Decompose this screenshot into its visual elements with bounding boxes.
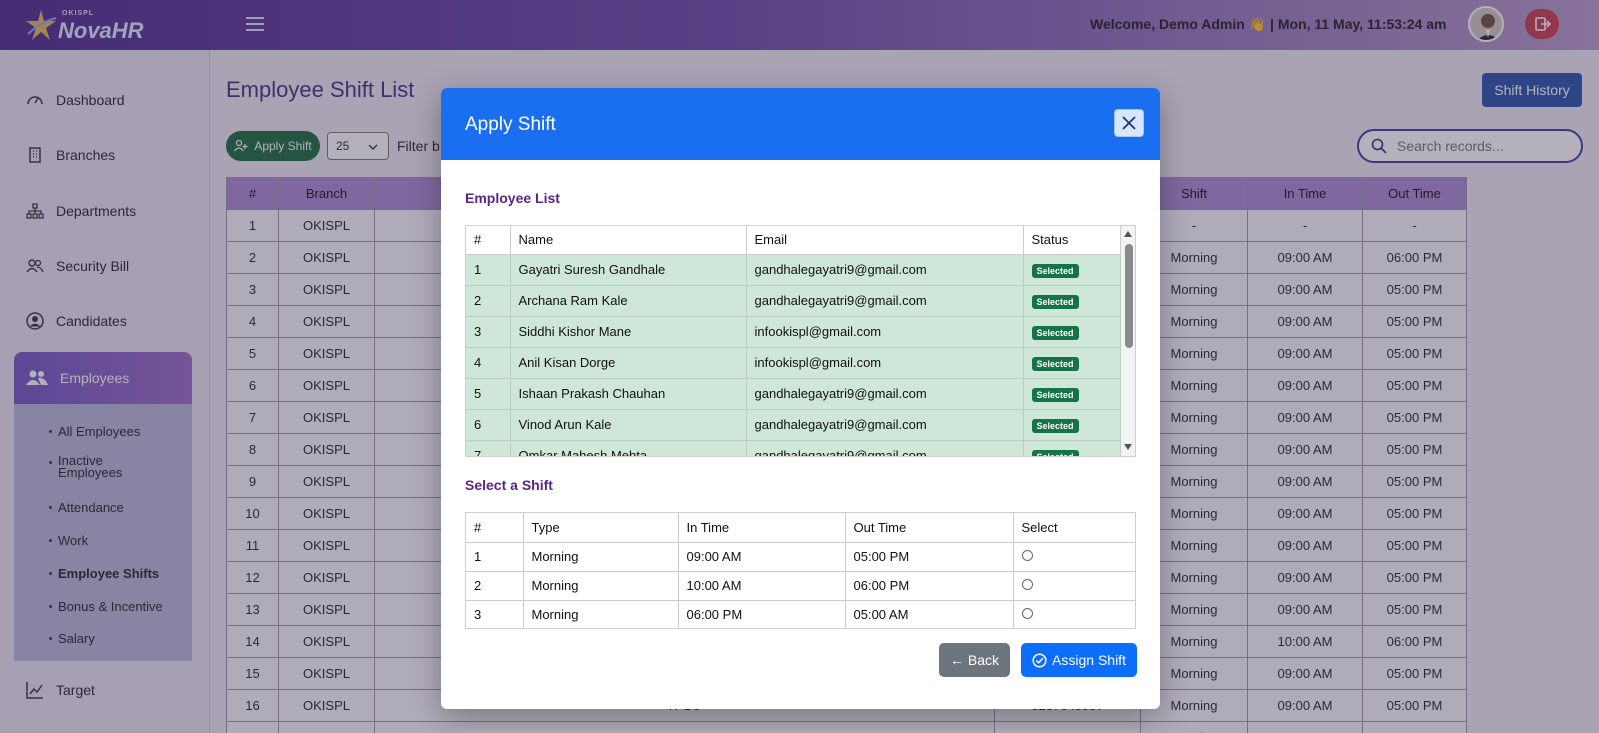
list-item[interactable]: 4 Anil Kisan Dorge infookispl@gmail.com Sel… — [466, 347, 1121, 379]
table-cell: Morning — [523, 571, 679, 601]
status-cell: Selected — [1023, 285, 1121, 317]
select-cell — [1013, 571, 1135, 601]
table-cell: 06:00 PM — [845, 571, 1014, 601]
table-row: 2 Morning 10:00 AM 06:00 PM — [466, 571, 1135, 601]
table-cell: 06:00 PM — [678, 600, 846, 629]
status-badge: Selected — [1031, 418, 1079, 433]
table-cell: 3 — [466, 316, 511, 348]
table-cell: infookispl@gmail.com — [746, 316, 1024, 348]
table-cell: Anil Kisan Dorge — [510, 347, 747, 379]
list-item[interactable]: 5 Ishaan Prakash Chauhan gandhalegayatri9@… — [466, 378, 1121, 410]
column-header: In Time — [678, 513, 846, 543]
scroll-thumb[interactable] — [1125, 244, 1133, 348]
list-item[interactable]: 3 Siddhi Kishor Mane infookispl@gmail.com S… — [466, 316, 1121, 348]
table-cell: Morning — [523, 542, 679, 572]
table-cell: gandhalegayatri9@gmail.com — [746, 440, 1024, 456]
column-header: # — [466, 226, 511, 255]
modal-header: Apply Shift — [441, 88, 1160, 160]
close-icon — [1122, 116, 1136, 130]
modal-title: Apply Shift — [465, 114, 556, 135]
list-item[interactable]: 1 Gayatri Suresh Gandhale gandhalegayatri9… — [466, 254, 1121, 286]
table-cell: Vinod Arun Kale — [510, 409, 747, 441]
column-header: Name — [510, 226, 747, 255]
status-cell: Selected — [1023, 347, 1121, 379]
column-header: Email — [746, 226, 1024, 255]
table-cell: 3 — [466, 600, 524, 629]
table-cell: 2 — [466, 285, 511, 317]
column-header: Select — [1013, 513, 1135, 543]
shift-table-wrapper: # Type In Time Out Time Select 1 Morning 0… — [465, 512, 1136, 629]
list-item[interactable]: 7 Omkar Mahesh Mehta gandhalegayatri9@gmai… — [466, 440, 1121, 456]
table-cell: Archana Ram Kale — [510, 285, 747, 317]
status-badge: Selected — [1031, 294, 1079, 309]
table-cell: Ishaan Prakash Chauhan — [510, 378, 747, 410]
table-cell: 09:00 AM — [678, 542, 846, 572]
employee-list-table-wrapper[interactable]: # Name Email Status 1 Gayatri Suresh Gand… — [465, 225, 1136, 457]
status-badge: Selected — [1031, 387, 1079, 402]
table-cell: Omkar Mahesh Mehta — [510, 440, 747, 456]
shift-radio[interactable] — [1021, 608, 1033, 620]
select-cell — [1013, 600, 1135, 629]
table-cell: 1 — [466, 254, 511, 286]
table-cell: Morning — [523, 600, 679, 629]
select-cell — [1013, 542, 1135, 572]
check-circle-icon — [1032, 652, 1047, 668]
status-cell: Selected — [1023, 316, 1121, 348]
assign-shift-label: Assign Shift — [1052, 652, 1126, 668]
close-button[interactable] — [1114, 109, 1144, 137]
table-row: 1 Morning 09:00 AM 05:00 PM — [466, 542, 1135, 572]
column-header: Type — [523, 513, 679, 543]
status-badge: Selected — [1031, 356, 1079, 371]
table-row: 3 Morning 06:00 PM 05:00 AM — [466, 600, 1135, 629]
status-cell: Selected — [1023, 378, 1121, 410]
table-cell: Siddhi Kishor Mane — [510, 316, 747, 348]
table-cell: Gayatri Suresh Gandhale — [510, 254, 747, 286]
table-cell: 4 — [466, 347, 511, 379]
table-cell: gandhalegayatri9@gmail.com — [746, 285, 1024, 317]
assign-shift-button[interactable]: Assign Shift — [1021, 643, 1137, 677]
table-cell: 1 — [466, 542, 524, 572]
status-badge: Selected — [1031, 449, 1079, 456]
apply-shift-modal: Apply Shift Employee List # Name Email S… — [441, 88, 1160, 709]
table-cell: infookispl@gmail.com — [746, 347, 1024, 379]
table-cell: gandhalegayatri9@gmail.com — [746, 409, 1024, 441]
list-item[interactable]: 6 Vinod Arun Kale gandhalegayatri9@gmail.c… — [466, 409, 1121, 441]
shift-table: # Type In Time Out Time Select 1 Morning 0… — [466, 513, 1135, 629]
column-header: # — [466, 513, 524, 543]
employee-list-title: Employee List — [465, 190, 560, 206]
table-cell: 5 — [466, 378, 511, 410]
column-header: Out Time — [845, 513, 1014, 543]
back-button[interactable]: ← Back — [939, 643, 1010, 677]
scroll-up-arrow-icon[interactable] — [1124, 231, 1132, 237]
table-cell: gandhalegayatri9@gmail.com — [746, 378, 1024, 410]
column-header: Status — [1023, 226, 1121, 255]
shift-radio[interactable] — [1021, 579, 1033, 590]
status-badge: Selected — [1031, 263, 1079, 278]
status-badge: Selected — [1031, 325, 1079, 340]
list-item[interactable]: 2 Archana Ram Kale gandhalegayatri9@gmail.… — [466, 285, 1121, 317]
status-cell: Selected — [1023, 254, 1121, 286]
table-cell: 05:00 AM — [845, 600, 1014, 629]
table-cell: 7 — [466, 440, 511, 456]
table-cell: 05:00 PM — [845, 542, 1014, 572]
table-cell: 10:00 AM — [678, 571, 846, 601]
status-cell: Selected — [1023, 409, 1121, 441]
employee-list-table: # Name Email Status 1 Gayatri Suresh Gand… — [466, 226, 1121, 456]
table-cell: 6 — [466, 409, 511, 441]
table-cell: gandhalegayatri9@gmail.com — [746, 254, 1024, 286]
scroll-down-arrow-icon[interactable] — [1124, 444, 1132, 450]
shift-radio[interactable] — [1021, 550, 1033, 561]
select-shift-title: Select a Shift — [465, 477, 553, 493]
scrollbar[interactable] — [1121, 226, 1135, 456]
status-cell: Selected — [1023, 440, 1121, 456]
table-cell: 2 — [466, 571, 524, 601]
